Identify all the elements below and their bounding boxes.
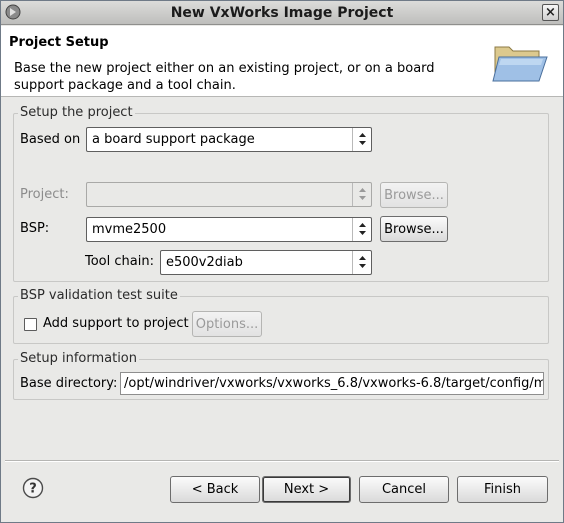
add-support-checkbox[interactable] [24, 318, 37, 331]
bsp-browse-button[interactable]: Browse... [380, 216, 448, 242]
dropdown-arrow-icon[interactable] [352, 218, 371, 241]
help-icon[interactable]: ? [22, 477, 44, 499]
tool-chain-value: e500v2diab [166, 255, 243, 270]
tool-chain-combo[interactable]: e500v2diab [160, 250, 372, 275]
dropdown-arrow-icon[interactable] [352, 128, 371, 151]
next-button[interactable]: Next > [262, 476, 351, 503]
tool-chain-label: Tool chain: [85, 254, 154, 269]
bsp-value: mvme2500 [92, 222, 167, 237]
title-bar[interactable]: New VxWorks Image Project × [1, 1, 563, 25]
bsp-label: BSP: [20, 221, 50, 236]
dropdown-arrow-icon[interactable] [352, 183, 371, 206]
based-on-value: a board support package [92, 132, 255, 147]
window-title: New VxWorks Image Project [170, 5, 394, 21]
options-button[interactable]: Options... [192, 311, 262, 337]
bsp-validation-label: BSP validation test suite [18, 288, 180, 303]
page-title: Project Setup [9, 35, 109, 50]
back-button[interactable]: < Back [170, 476, 260, 503]
project-browse-button[interactable]: Browse... [380, 182, 448, 208]
dialog-window: New VxWorks Image Project × Project Setu… [0, 0, 564, 523]
based-on-combo[interactable]: a board support package [86, 127, 372, 152]
page-description: Base the new project either on an existi… [14, 61, 435, 93]
setup-project-label: Setup the project [18, 105, 135, 120]
base-directory-field[interactable]: /opt/windriver/vxworks/vxworks_6.8/vxwor… [120, 372, 544, 395]
bsp-combo[interactable]: mvme2500 [86, 217, 372, 242]
footer-separator [5, 460, 559, 462]
svg-text:?: ? [29, 482, 37, 497]
based-on-label: Based on [20, 132, 81, 147]
project-label: Project: [20, 187, 69, 202]
project-combo[interactable] [86, 182, 372, 207]
cancel-button[interactable]: Cancel [359, 476, 449, 503]
add-support-label[interactable]: Add support to project [43, 316, 189, 331]
finish-button[interactable]: Finish [457, 476, 548, 503]
base-directory-label: Base directory: [20, 376, 118, 391]
setup-info-label: Setup information [18, 351, 139, 366]
folder-icon [489, 39, 551, 85]
close-icon[interactable]: × [542, 4, 559, 21]
page-header: Project Setup Base the new project eithe… [1, 26, 563, 97]
dropdown-arrow-icon[interactable] [352, 251, 371, 274]
